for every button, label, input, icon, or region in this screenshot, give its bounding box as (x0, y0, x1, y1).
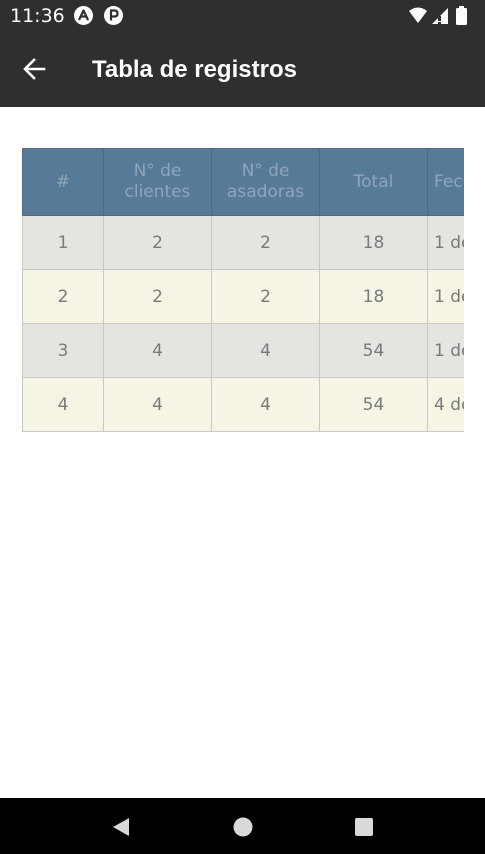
column-header-total: Total (319, 148, 428, 216)
recents-square-icon (355, 818, 373, 836)
status-bar: 11:36 (0, 0, 485, 32)
status-time: 11:36 (10, 5, 65, 27)
table-cell: 2 (211, 215, 320, 270)
records-table: # N° de clientes N° de asadoras Total Fe… (22, 148, 464, 432)
table-cell: 4 (22, 377, 104, 432)
nav-recents-button[interactable] (349, 812, 379, 842)
table-cell: 4 (103, 377, 212, 432)
table-cell: 2 (103, 215, 212, 270)
table-cell: 3 (22, 323, 104, 378)
back-button[interactable] (14, 48, 56, 90)
signal-icon (432, 8, 448, 24)
records-table-scroll[interactable]: # N° de clientes N° de asadoras Total Fe… (22, 148, 464, 432)
app-bar: Tabla de registros (0, 32, 485, 107)
notification-a-icon (74, 6, 93, 25)
battery-icon (456, 6, 467, 25)
table-row: 3 4 4 54 1 de (22, 323, 464, 378)
wifi-icon (409, 7, 427, 23)
arrow-left-icon (23, 58, 46, 80)
table-cell: 1 de (427, 269, 464, 324)
table-cell: 1 de (427, 323, 464, 378)
table-cell: 54 (319, 323, 428, 378)
table-cell: 4 (103, 323, 212, 378)
table-header-row: # N° de clientes N° de asadoras Total Fe… (22, 148, 464, 216)
table-cell: 18 (319, 269, 428, 324)
nav-home-button[interactable] (228, 812, 258, 842)
table-cell: 1 (22, 215, 104, 270)
column-header-grills: N° de asadoras (211, 148, 320, 216)
status-icons (408, 6, 476, 26)
nav-back-button[interactable] (106, 812, 136, 842)
table-cell: 54 (319, 377, 428, 432)
table-row: 2 2 2 18 1 de (22, 269, 464, 324)
back-triangle-icon (113, 818, 129, 836)
table-cell: 4 (211, 323, 320, 378)
notification-p-icon (104, 6, 123, 25)
table-cell: 2 (103, 269, 212, 324)
table-cell: 2 (211, 269, 320, 324)
column-header-clients: N° de clientes (103, 148, 212, 216)
home-circle-icon (233, 817, 253, 837)
page-title: Tabla de registros (92, 56, 297, 83)
table-row: 1 2 2 18 1 de (22, 215, 464, 270)
table-cell: 1 de (427, 215, 464, 270)
table-cell: 4 (211, 377, 320, 432)
table-row: 4 4 4 54 4 de (22, 377, 464, 432)
system-navigation-bar (0, 798, 485, 854)
table-cell: 18 (319, 215, 428, 270)
table-cell: 2 (22, 269, 104, 324)
column-header-date: Fec (427, 148, 464, 216)
table-cell: 4 de (427, 377, 464, 432)
column-header-number: # (22, 148, 104, 216)
